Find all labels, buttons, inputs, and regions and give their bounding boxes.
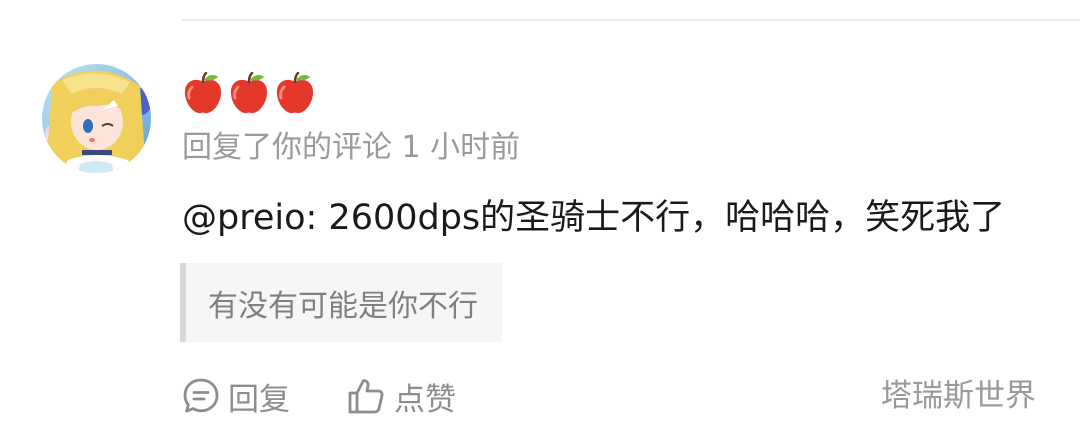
top-divider: [181, 19, 1080, 21]
reply-button[interactable]: 回复: [182, 372, 290, 420]
apple-icon: [184, 72, 222, 114]
quoted-reply[interactable]: 有没有可能是你不行: [180, 263, 502, 342]
reply-label: 回复: [228, 381, 290, 418]
comment-bubble-icon: [183, 378, 219, 413]
thumbs-up-icon: [348, 379, 384, 414]
apple-icon: [276, 72, 314, 114]
like-label: 点赞: [394, 381, 456, 418]
comment-meta: 回复了你的评论 1 小时前: [182, 130, 521, 165]
apple-icon: [230, 72, 268, 114]
quoted-reply-text: 有没有可能是你不行: [208, 288, 478, 324]
avatar[interactable]: [42, 64, 151, 173]
username[interactable]: [182, 70, 316, 118]
comment-text: @preio: 2600dps的圣骑士不行，哈哈哈，笑死我了: [182, 198, 1006, 238]
avatar-image: [42, 64, 151, 173]
source-community-link[interactable]: 塔瑞斯世界: [881, 372, 1036, 420]
like-button[interactable]: 点赞: [346, 372, 456, 420]
